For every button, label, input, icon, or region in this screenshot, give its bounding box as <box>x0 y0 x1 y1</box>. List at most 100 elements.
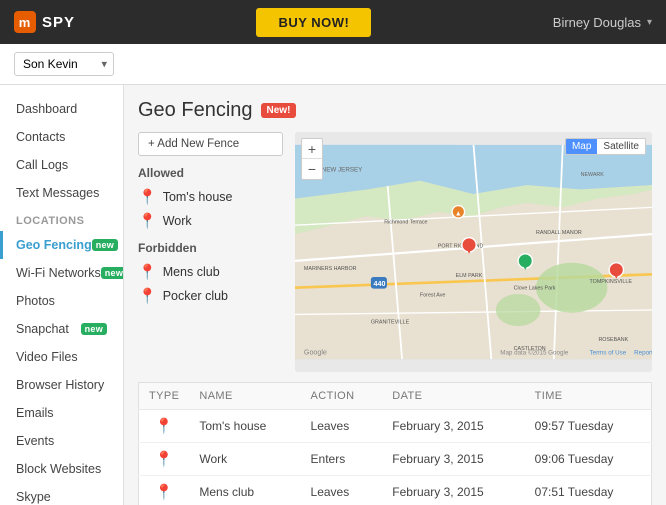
col-action: Action <box>301 383 383 410</box>
red-pin-icon: 📍 <box>138 263 157 281</box>
snapchat-badge: new <box>81 323 107 335</box>
main-content: Geo Fencing New! + Add New Fence Allowed… <box>124 85 666 505</box>
sidebar-item-photos[interactable]: Photos <box>0 287 123 315</box>
map-type-buttons: Map Satellite <box>565 138 646 155</box>
app-logo: m SPY <box>14 11 75 33</box>
zoom-out-button[interactable]: − <box>302 159 322 179</box>
content-area: + Add New Fence Allowed 📍 Tom's house 📍 … <box>138 132 652 372</box>
page-title-row: Geo Fencing New! <box>138 99 652 122</box>
allowed-item-name-2: Work <box>163 214 192 228</box>
svg-text:440: 440 <box>374 280 386 288</box>
sidebar: Dashboard Contacts Call Logs Text Messag… <box>0 85 124 505</box>
user-name: Birney Douglas <box>553 15 641 30</box>
logo-icon: m <box>14 11 36 33</box>
col-type: Type <box>139 383 190 410</box>
svg-text:Report: Report <box>634 350 652 357</box>
left-panel: + Add New Fence Allowed 📍 Tom's house 📍 … <box>138 132 283 372</box>
sidebar-item-emails[interactable]: Emails <box>0 399 123 427</box>
map-type-satellite[interactable]: Satellite <box>597 139 645 154</box>
row-name: Work <box>189 443 300 476</box>
svg-text:RANDALL MANOR: RANDALL MANOR <box>536 230 582 236</box>
allowed-item-name: Tom's house <box>163 190 233 204</box>
page-new-badge: New! <box>261 103 297 118</box>
svg-text:Terms of Use: Terms of Use <box>590 350 627 357</box>
svg-text:▲: ▲ <box>455 209 462 217</box>
buy-now-button[interactable]: BUY NOW! <box>256 8 371 37</box>
add-fence-label: + Add New Fence <box>148 138 239 150</box>
table-row: 📍 Mens club Leaves February 3, 2015 07:5… <box>139 476 652 505</box>
row-type-icon: 📍 <box>139 476 190 505</box>
row-date: February 3, 2015 <box>382 410 524 443</box>
main-layout: Dashboard Contacts Call Logs Text Messag… <box>0 85 666 505</box>
sidebar-item-snapchat[interactable]: Snapchat new <box>0 315 123 343</box>
row-time: 09:57 Tuesday <box>525 410 652 443</box>
svg-text:Google: Google <box>304 349 327 357</box>
svg-text:Richmond Terrace: Richmond Terrace <box>384 219 427 225</box>
svg-text:GRANITEVILLE: GRANITEVILLE <box>371 319 410 325</box>
app-header: m SPY BUY NOW! Birney Douglas ▾ <box>0 0 666 44</box>
user-dropdown-arrow: ▾ <box>647 17 652 28</box>
son-select[interactable]: Son Kevin <box>14 52 114 76</box>
row-action: Leaves <box>301 410 383 443</box>
sidebar-item-video-files[interactable]: Video Files <box>0 343 123 371</box>
row-name: Mens club <box>189 476 300 505</box>
row-type-icon: 📍 <box>139 410 190 443</box>
forbidden-item-mens-club[interactable]: 📍 Mens club <box>138 260 283 284</box>
row-time: 09:06 Tuesday <box>525 443 652 476</box>
sidebar-item-skype[interactable]: Skype <box>0 483 123 505</box>
row-date: February 3, 2015 <box>382 443 524 476</box>
allowed-item-toms-house[interactable]: 📍 Tom's house <box>138 185 283 209</box>
sidebar-item-geo-fencing[interactable]: Geo Fencing new <box>0 231 123 259</box>
page-title: Geo Fencing <box>138 99 253 122</box>
table-row: 📍 Work Enters February 3, 2015 09:06 Tue… <box>139 443 652 476</box>
zoom-in-button[interactable]: + <box>302 139 322 159</box>
svg-text:Map data ©2015 Google: Map data ©2015 Google <box>500 350 569 357</box>
col-date: Date <box>382 383 524 410</box>
table-row: 📍 Tom's house Leaves February 3, 2015 09… <box>139 410 652 443</box>
user-menu[interactable]: Birney Douglas ▾ <box>553 15 652 30</box>
col-time: Time <box>525 383 652 410</box>
sidebar-item-events[interactable]: Events <box>0 427 123 455</box>
sidebar-item-wifi-networks[interactable]: Wi-Fi Networks new <box>0 259 123 287</box>
forbidden-item-pocker-club[interactable]: 📍 Pocker club <box>138 284 283 308</box>
forbidden-item-name: Mens club <box>163 265 220 279</box>
svg-text:TOMPKINSVILLE: TOMPKINSVILLE <box>590 279 633 285</box>
son-select-wrap[interactable]: Son Kevin <box>14 52 114 76</box>
red-pin-icon-2: 📍 <box>138 287 157 305</box>
row-date: February 3, 2015 <box>382 476 524 505</box>
row-name: Tom's house <box>189 410 300 443</box>
data-table: Type Name Action Date Time 📍 Tom's house… <box>138 382 652 505</box>
map-area[interactable]: NEW JERSEY NEWARK MARINERS HARBOR TOMPKI… <box>295 132 652 372</box>
table-header-row: Type Name Action Date Time <box>139 383 652 410</box>
svg-text:ELM PARK: ELM PARK <box>456 273 483 279</box>
svg-text:NEWARK: NEWARK <box>581 172 605 178</box>
sidebar-item-block-websites[interactable]: Block Websites <box>0 455 123 483</box>
forbidden-section-title: Forbidden <box>138 241 283 255</box>
svg-text:MARINERS HARBOR: MARINERS HARBOR <box>304 266 357 272</box>
wifi-badge: new <box>101 267 124 279</box>
green-pin-icon-2: 📍 <box>138 212 157 230</box>
svg-text:NEW JERSEY: NEW JERSEY <box>322 167 363 174</box>
map-controls: + − <box>301 138 323 180</box>
map-type-map[interactable]: Map <box>566 139 597 154</box>
sidebar-item-contacts[interactable]: Contacts <box>0 123 123 151</box>
green-pin-icon: 📍 <box>138 188 157 206</box>
sidebar-section-locations: Locations <box>0 207 123 231</box>
svg-text:Clove Lakes Park: Clove Lakes Park <box>514 285 556 291</box>
sidebar-item-dashboard[interactable]: Dashboard <box>0 95 123 123</box>
topbar: Son Kevin <box>0 44 666 85</box>
add-fence-button[interactable]: + Add New Fence <box>138 132 283 156</box>
geo-fencing-badge: new <box>92 239 118 251</box>
sidebar-item-browser-history[interactable]: Browser History <box>0 371 123 399</box>
map-svg: NEW JERSEY NEWARK MARINERS HARBOR TOMPKI… <box>295 132 652 372</box>
sidebar-item-text-messages[interactable]: Text Messages <box>0 179 123 207</box>
row-time: 07:51 Tuesday <box>525 476 652 505</box>
col-name: Name <box>189 383 300 410</box>
forbidden-item-name-2: Pocker club <box>163 289 228 303</box>
allowed-item-work[interactable]: 📍 Work <box>138 209 283 233</box>
row-action: Leaves <box>301 476 383 505</box>
logo-text: SPY <box>42 14 75 31</box>
sidebar-item-call-logs[interactable]: Call Logs <box>0 151 123 179</box>
svg-text:ROSEBANK: ROSEBANK <box>598 337 628 343</box>
svg-text:Forest Ave: Forest Ave <box>420 293 445 299</box>
